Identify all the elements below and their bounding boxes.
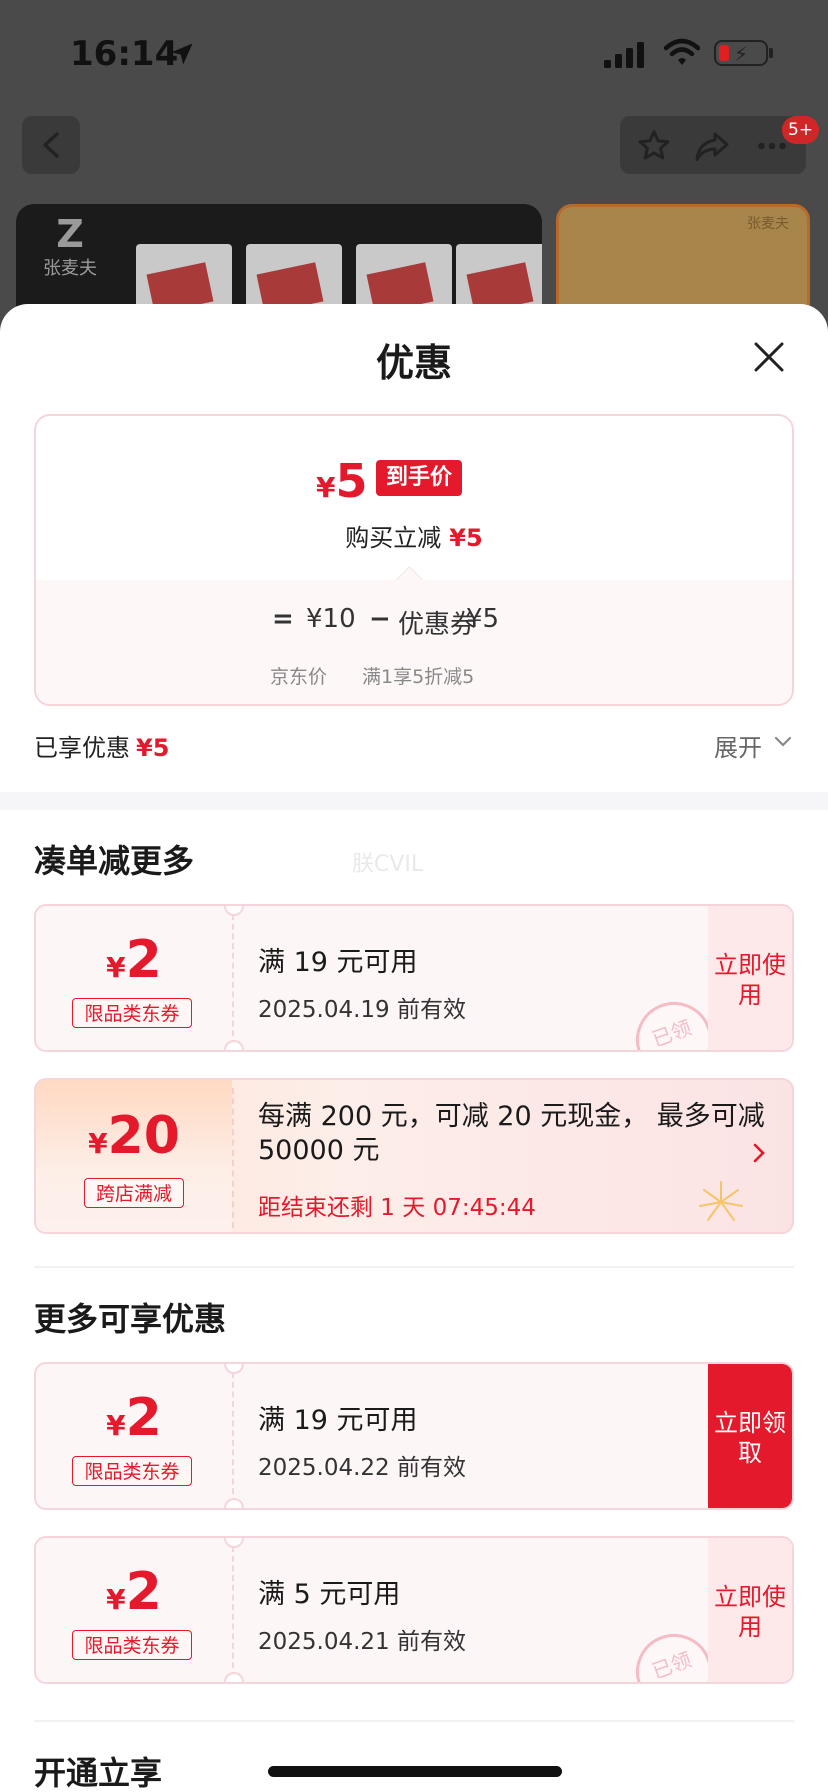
base-price-label: 京东价 bbox=[270, 666, 328, 688]
header-toolbar bbox=[620, 116, 806, 174]
expand-button[interactable]: 展开 bbox=[714, 728, 792, 763]
use-now-button[interactable]: 立即使用 bbox=[708, 1538, 792, 1682]
section-title-open: 开通立享 bbox=[34, 1754, 163, 1792]
message-count-badge: 5+ bbox=[782, 116, 820, 144]
chevron-right-icon bbox=[753, 1143, 765, 1163]
coupon-condition: 满 5 元可用 bbox=[258, 1579, 401, 1610]
coupon-rule: 满1享5折减5 bbox=[362, 666, 475, 688]
coupon-label: 优惠券 bbox=[398, 610, 477, 640]
coupon-value: ¥5 bbox=[466, 604, 500, 634]
wifi-icon bbox=[664, 38, 700, 65]
chevron-down-icon bbox=[774, 736, 792, 747]
final-price-tag: 到手价 bbox=[376, 460, 463, 496]
promo-description: 每满 200 元，可减 20 元现金， 最多可减 50000 元 bbox=[258, 1101, 765, 1166]
coupon-card: ¥2 限品类东券 满 5 元可用 2025.04.21 前有效 已领 立即使用 bbox=[34, 1536, 794, 1684]
final-price: ¥5 bbox=[316, 454, 368, 508]
coupon-card: ¥2 限品类东券 满 19 元可用 2025.04.19 前有效 已领 立即使用 bbox=[34, 904, 794, 1052]
coupon-condition: 满 19 元可用 bbox=[258, 947, 418, 978]
coupon-validity: 2025.04.21 前有效 bbox=[258, 1629, 466, 1655]
coupon-validity: 2025.04.19 前有效 bbox=[258, 997, 466, 1023]
coupon-kind: 限品类东券 bbox=[72, 998, 192, 1028]
product-page-background: 16:14 ⚡ 5+ Z 张麦夫 张麦夫 bbox=[0, 0, 828, 334]
price-breakdown-card: ¥5 到手价 购买立减 ¥5 = ¥10 − 优惠券 ¥5 京东价 满1享5折减5 bbox=[34, 414, 794, 706]
instant-reduction: 购买立减 ¥5 bbox=[345, 524, 483, 552]
firework-decoration-icon bbox=[699, 1181, 743, 1221]
share-icon[interactable] bbox=[694, 128, 730, 164]
battery-icon: ⚡ bbox=[714, 40, 768, 66]
section-title-enjoy: 更多可享优惠 bbox=[34, 1300, 227, 1338]
location-arrow-icon bbox=[171, 43, 193, 65]
promo-amount: ¥20 bbox=[88, 1106, 180, 1166]
coupon-amount: ¥2 bbox=[106, 1562, 162, 1622]
discount-sheet: 优惠 ¥5 到手价 购买立减 ¥5 = ¥10 − 优惠券 ¥5 京东价 满1享5… bbox=[0, 304, 828, 1792]
promo-kind: 跨店满减 bbox=[84, 1178, 184, 1208]
promo-countdown: 距结束还剩 1 天 07:45:44 bbox=[258, 1195, 536, 1221]
status-bar: 16:14 ⚡ bbox=[0, 0, 828, 110]
coupon-condition: 满 19 元可用 bbox=[258, 1405, 418, 1436]
coupon-amount: ¥2 bbox=[106, 930, 162, 990]
use-now-button[interactable]: 立即使用 bbox=[708, 906, 792, 1050]
base-price: ¥10 bbox=[306, 604, 356, 634]
home-indicator[interactable] bbox=[268, 1766, 562, 1777]
watermark: 朕CVIL bbox=[352, 852, 424, 877]
coupon-amount: ¥2 bbox=[106, 1388, 162, 1448]
back-button[interactable] bbox=[22, 116, 80, 174]
status-time: 16:14 bbox=[70, 34, 179, 74]
coupon-kind: 限品类东券 bbox=[72, 1456, 192, 1486]
section-title-more: 凑单减更多 bbox=[34, 842, 195, 880]
chevron-left-icon bbox=[43, 132, 59, 158]
coupon-kind: 限品类东券 bbox=[72, 1630, 192, 1660]
claim-now-button[interactable]: 立即领取 bbox=[708, 1364, 792, 1508]
star-icon[interactable] bbox=[636, 128, 672, 164]
coupon-validity: 2025.04.22 前有效 bbox=[258, 1455, 466, 1481]
cellular-signal-icon bbox=[604, 42, 644, 68]
coupon-card: ¥2 限品类东券 满 19 元可用 2025.04.22 前有效 立即领取 bbox=[34, 1362, 794, 1510]
close-icon[interactable] bbox=[752, 340, 786, 374]
enjoyed-discount: 已享优惠 ¥5 bbox=[34, 734, 170, 762]
brand-logo: Z 张麦夫 bbox=[43, 212, 97, 279]
cross-store-promo-card[interactable]: ¥20 跨店满减 每满 200 元，可减 20 元现金， 最多可减 50000 … bbox=[34, 1078, 794, 1234]
sheet-title: 优惠 bbox=[375, 341, 452, 385]
